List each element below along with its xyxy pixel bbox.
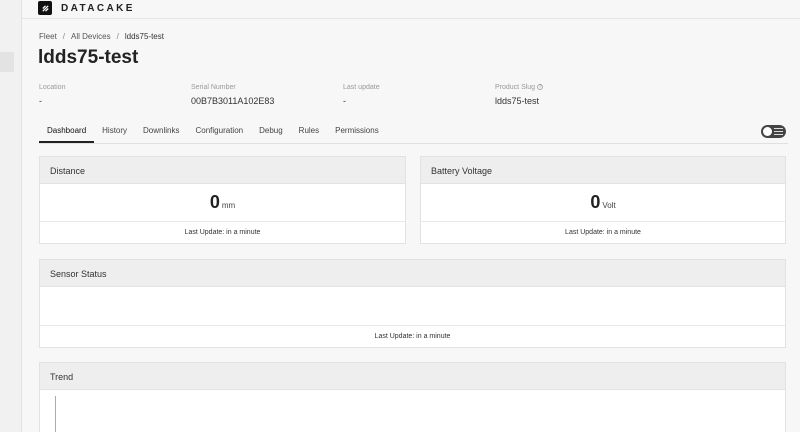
trend-series-line (55, 396, 56, 432)
battery-unit: Volt (602, 201, 616, 210)
device-tabs: Dashboard History Downlinks Configuratio… (39, 121, 788, 143)
page-title: ldds75-test (38, 47, 139, 68)
meta-serial: Serial Number 00B7B3011A102E83 (191, 84, 274, 106)
help-icon[interactable]: ? (537, 84, 544, 90)
distance-unit: mm (221, 201, 236, 210)
edit-mode-toggle[interactable] (761, 125, 786, 138)
tab-permissions[interactable]: Permissions (327, 121, 387, 143)
widget-footer: Last Update: in a minute (421, 221, 785, 243)
meta-slug-value: ldds75-test (495, 96, 540, 106)
widget-distance: Distance 0 mm Last Update: in a minute (39, 156, 406, 244)
widget-title: Trend (40, 363, 785, 390)
widget-title: Distance (40, 157, 405, 184)
meta-slug-label: Product Slug (495, 84, 536, 91)
header-divider (22, 18, 800, 19)
breadcrumb-current: ldds75-test (124, 32, 164, 41)
meta-last-update-label: Last update (343, 84, 380, 91)
toggle-knob (763, 127, 772, 136)
meta-serial-label: Serial Number (191, 84, 236, 91)
widget-sensor-status: Sensor Status Last Update: in a minute (39, 259, 786, 348)
widget-title: Sensor Status (40, 260, 785, 287)
datacake-logo-icon (38, 1, 52, 15)
widget-value: 0 Volt (421, 192, 785, 213)
meta-location: Location - (39, 84, 65, 106)
tab-debug[interactable]: Debug (251, 121, 291, 143)
meta-last-update-value: - (343, 96, 346, 106)
widget-footer: Last Update: in a minute (40, 325, 785, 347)
sidebar-item[interactable] (0, 52, 14, 72)
tab-rules[interactable]: Rules (291, 121, 327, 143)
brand[interactable]: DATACAKE (38, 1, 135, 15)
meta-location-value: - (39, 96, 42, 106)
breadcrumb: Fleet / All Devices / ldds75-test (39, 32, 164, 41)
tab-dashboard[interactable]: Dashboard (39, 121, 95, 143)
breadcrumb-separator: / (116, 32, 119, 41)
brand-name: DATACAKE (61, 2, 135, 14)
meta-serial-value: 00B7B3011A102E83 (191, 96, 275, 106)
left-sidebar (0, 0, 22, 432)
breadcrumb-fleet[interactable]: Fleet (39, 32, 57, 41)
tab-configuration[interactable]: Configuration (188, 121, 252, 143)
meta-product-slug: Product Slug? ldds75-test (495, 84, 544, 106)
breadcrumb-all-devices[interactable]: All Devices (71, 32, 111, 41)
tabs-divider (39, 143, 788, 144)
breadcrumb-separator: / (62, 32, 66, 41)
settings-lines-icon (774, 128, 783, 135)
widget-footer: Last Update: in a minute (40, 221, 405, 243)
widget-title: Battery Voltage (421, 157, 785, 184)
meta-location-label: Location (39, 84, 66, 91)
meta-last-update: Last update - (343, 84, 380, 106)
widget-value: 0 mm (40, 192, 405, 213)
tab-history[interactable]: History (94, 121, 135, 143)
distance-value: 0 (209, 192, 220, 212)
tab-downlinks[interactable]: Downlinks (135, 121, 187, 143)
widget-battery-voltage: Battery Voltage 0 Volt Last Update: in a … (420, 156, 786, 244)
battery-value: 0 (590, 192, 601, 212)
widget-trend: Trend (39, 362, 786, 432)
